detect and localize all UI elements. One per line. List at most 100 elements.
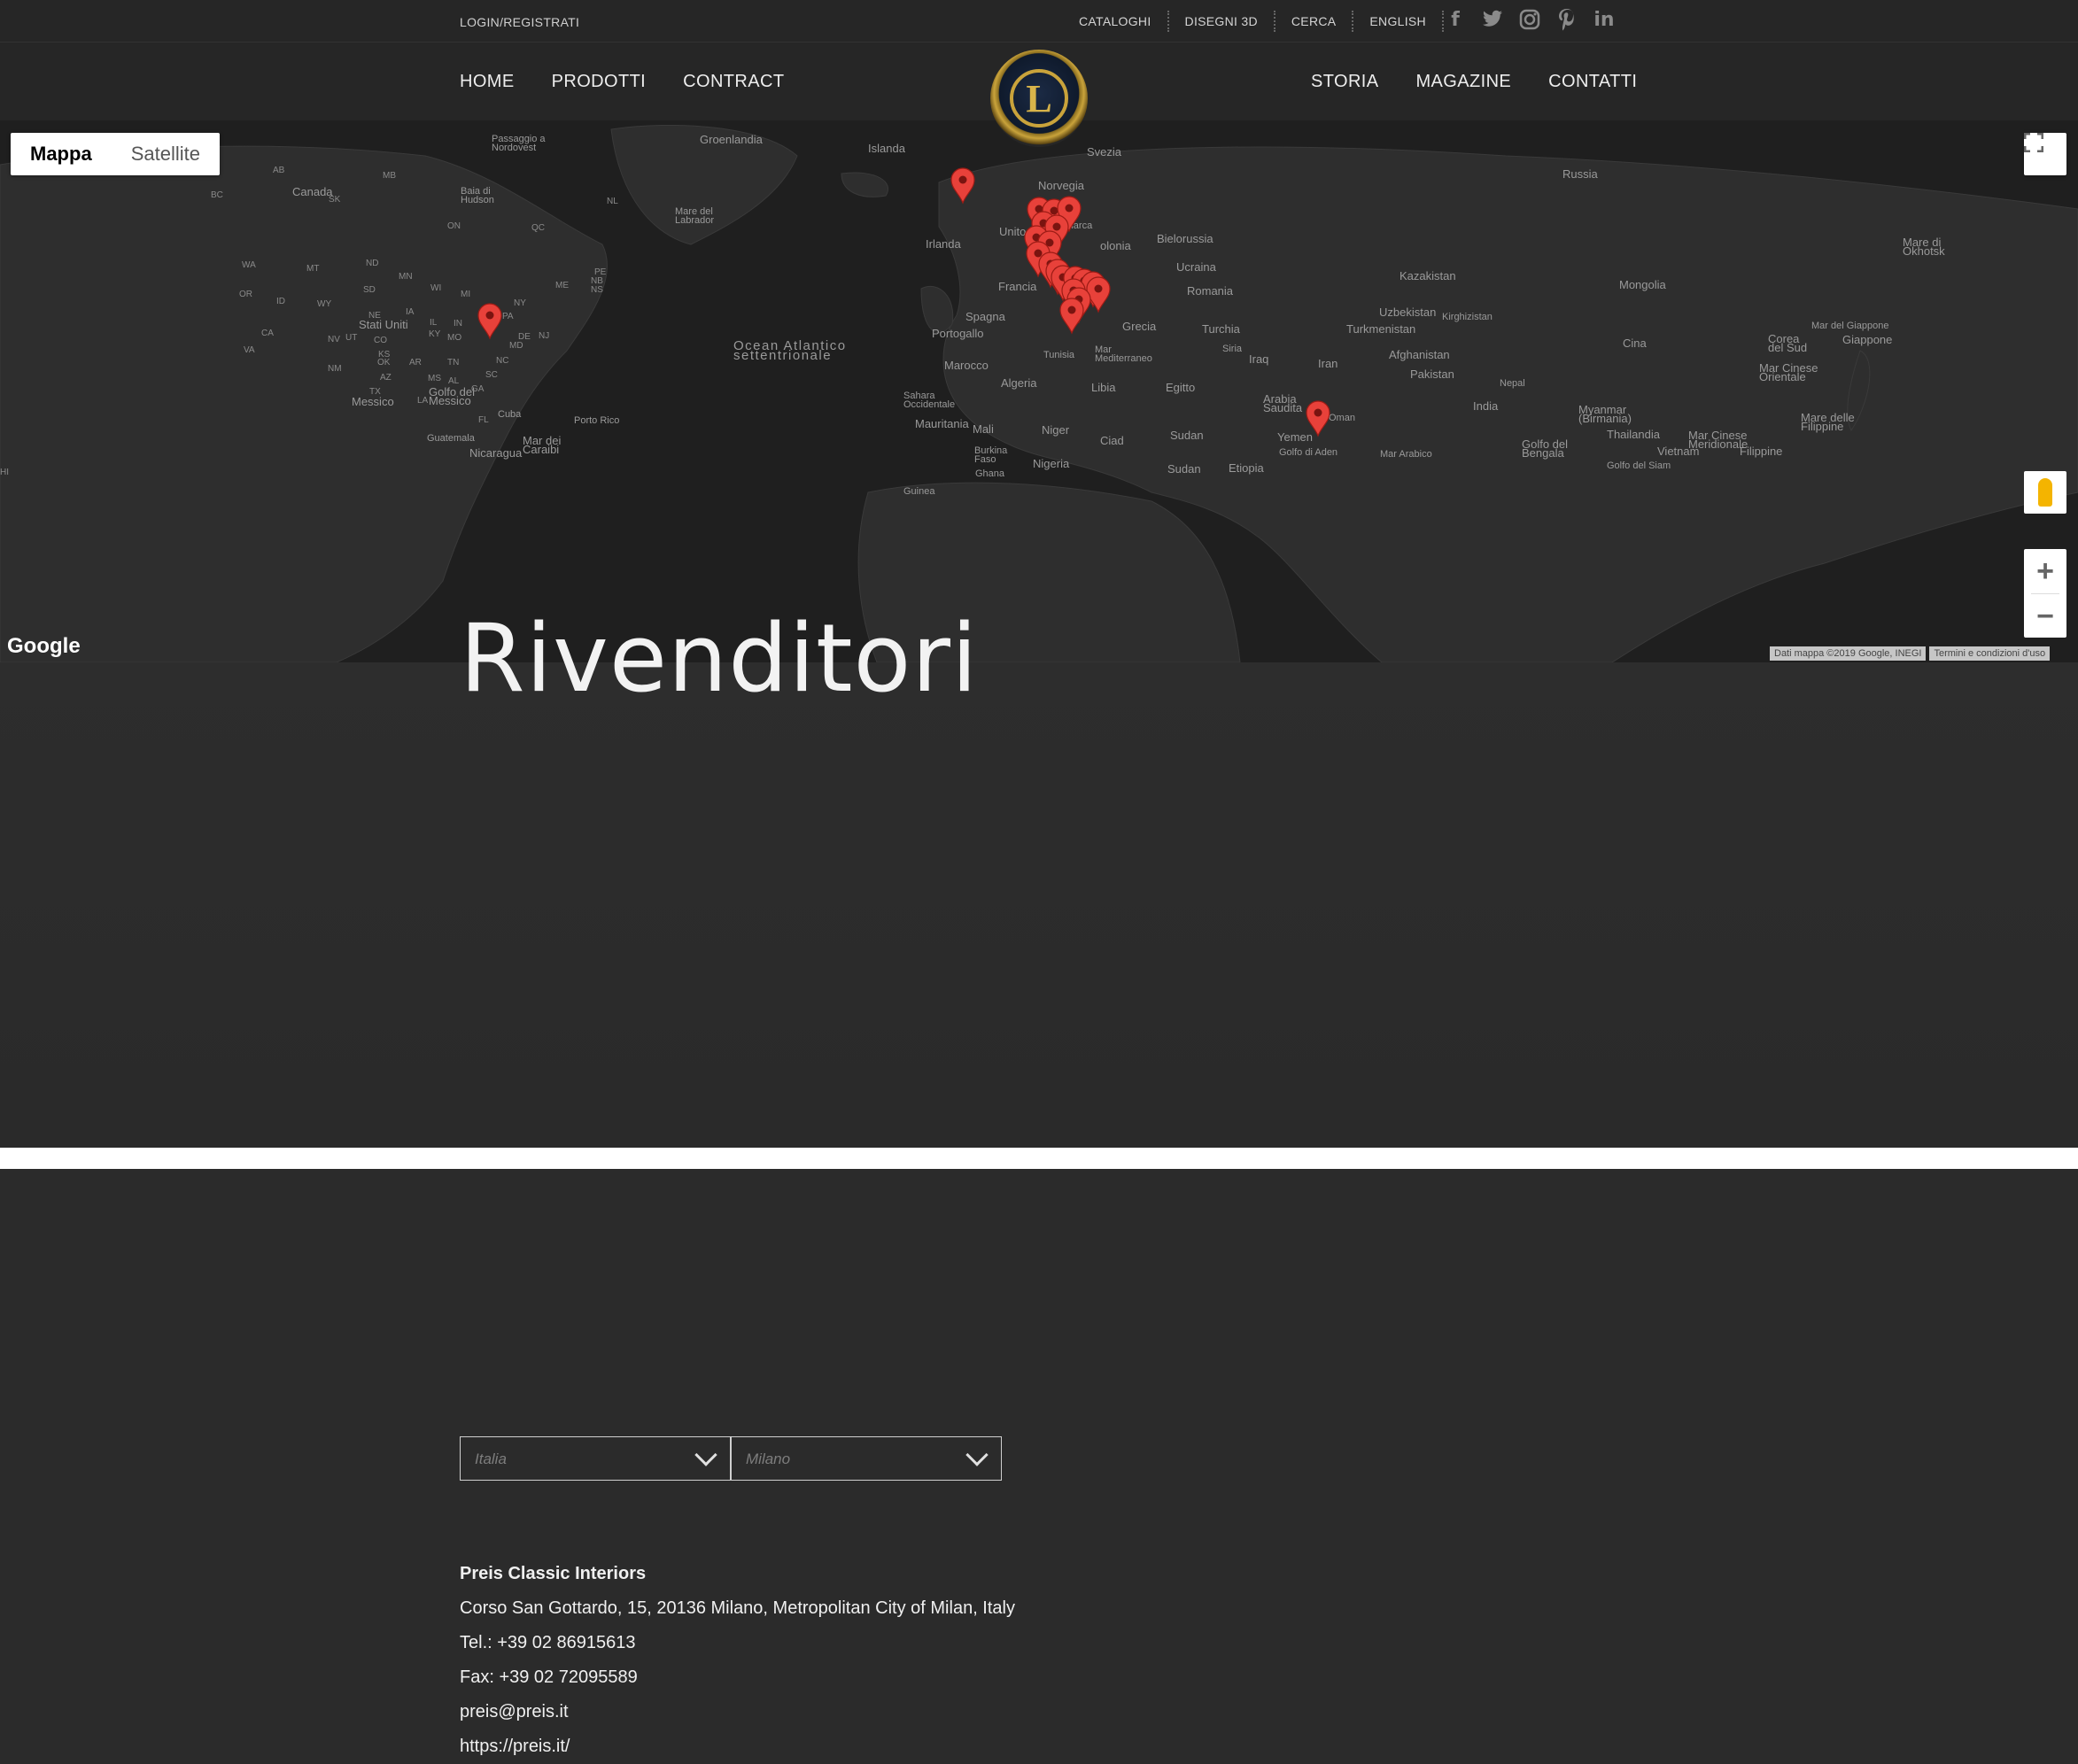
state-label: AL xyxy=(448,376,460,386)
state-label: WY xyxy=(317,299,331,309)
map-label: Nordovest xyxy=(492,143,536,153)
nav-contacts[interactable]: CONTATTI xyxy=(1548,72,1637,92)
state-label: CA xyxy=(261,329,274,338)
state-label: NE xyxy=(368,311,381,321)
state-label: AR xyxy=(409,358,422,368)
fullscreen-button[interactable] xyxy=(2024,133,2066,175)
nav-products[interactable]: PRODOTTI xyxy=(552,72,647,92)
map-label: Stati Uniti xyxy=(359,318,408,331)
state-label: IN xyxy=(454,319,462,329)
map-label: Iraq xyxy=(1249,352,1268,366)
state-label: OK xyxy=(377,358,391,368)
uk-ireland-landmass xyxy=(920,285,954,334)
map-label: Yemen xyxy=(1277,430,1313,444)
state-label: BC xyxy=(211,190,223,200)
map-label: Tunisia xyxy=(1043,350,1075,360)
map-label: Ucraina xyxy=(1176,260,1217,274)
map-type-map-button[interactable]: Mappa xyxy=(11,133,112,175)
nav-right-group: STORIA MAGAZINE CONTATTI xyxy=(1311,72,1637,92)
map-label: Vietnam xyxy=(1657,445,1699,458)
map-label: Okhotsk xyxy=(1903,244,1945,258)
state-label: ME xyxy=(555,281,569,290)
english-link[interactable]: ENGLISH xyxy=(1353,11,1444,32)
map-label: Siria xyxy=(1222,344,1243,354)
dealer-email-link[interactable]: preis@preis.it xyxy=(460,1695,1015,1729)
footer-strip xyxy=(0,1148,2078,1169)
nav-left-group: HOME PRODOTTI CONTRACT xyxy=(460,72,784,92)
state-label: MD xyxy=(509,341,523,351)
dealer-phone[interactable]: Tel.: +39 02 86915613 xyxy=(460,1626,1015,1660)
city-select[interactable]: Milano xyxy=(731,1436,1002,1481)
map-label: Filippine xyxy=(1801,420,1843,433)
3d-drawings-link[interactable]: DISEGNI 3D xyxy=(1169,11,1275,32)
fullscreen-icon xyxy=(2024,133,2043,152)
map-label: Sudan xyxy=(1167,462,1201,476)
map-label: Uzbekistan xyxy=(1379,306,1436,319)
state-label: QC xyxy=(531,223,545,233)
country-select[interactable]: Italia xyxy=(460,1436,731,1481)
map-label: Etiopia xyxy=(1229,461,1265,475)
north-america-landmass xyxy=(0,145,608,662)
state-label: ID xyxy=(276,297,285,306)
map-label: Mongolia xyxy=(1619,278,1667,291)
map-label: Caraibi xyxy=(523,443,559,456)
map-label: Porto Rico xyxy=(574,415,619,426)
map-attribution: Dati mappa ©2019 Google, INEGI Termini e… xyxy=(1770,646,2051,661)
state-label: NV xyxy=(328,335,340,344)
map-label: (Birmania) xyxy=(1578,412,1632,425)
login-register-link[interactable]: LOGIN/REGISTRATI xyxy=(460,15,579,29)
brand-logo[interactable]: L xyxy=(990,50,1088,147)
map-label: Turchia xyxy=(1202,322,1241,336)
zoom-in-button[interactable]: + xyxy=(2024,549,2066,593)
map-label: Golfo del Siam xyxy=(1607,460,1671,471)
map-label: Svezia xyxy=(1087,145,1122,159)
nav-contract[interactable]: CONTRACT xyxy=(683,72,784,92)
map-label: Saudita xyxy=(1263,401,1303,414)
map-label: Occidentale xyxy=(903,399,955,410)
nav-home[interactable]: HOME xyxy=(460,72,515,92)
nav-history[interactable]: STORIA xyxy=(1311,72,1379,92)
state-label: IL xyxy=(430,318,438,328)
map-label: Islanda xyxy=(868,142,906,155)
dealer-fax: Fax: +39 02 72095589 xyxy=(460,1667,638,1687)
state-label: NJ xyxy=(539,331,549,341)
map-label: Guatemala xyxy=(427,433,476,444)
map-label: Mar del Giappone xyxy=(1811,321,1888,331)
world-map-canvas[interactable]: Passaggio aNordovestGroenlandiaIslanda Sv… xyxy=(0,120,2078,662)
map-label: Afghanistan xyxy=(1389,348,1450,361)
dealer-website-link[interactable]: https://preis.it/ xyxy=(460,1729,1015,1764)
map-label: Canada xyxy=(292,185,333,198)
map-type-satellite-button[interactable]: Satellite xyxy=(112,133,220,175)
state-label: NY xyxy=(514,298,526,308)
map-label: Nigeria xyxy=(1033,457,1070,470)
state-label: PE xyxy=(594,267,607,277)
state-label: SD xyxy=(363,285,376,295)
state-label: GA xyxy=(471,384,485,394)
state-label: MN xyxy=(399,272,413,282)
street-view-pegman-button[interactable] xyxy=(2024,471,2066,514)
instagram-icon[interactable] xyxy=(1518,7,1541,32)
state-label: NS xyxy=(591,285,603,295)
map-terms-link[interactable]: Termini e condizioni d'uso xyxy=(1929,646,2051,661)
facebook-icon[interactable]: f xyxy=(1444,7,1467,32)
zoom-out-button[interactable]: − xyxy=(2024,594,2066,638)
map-label: Ghana xyxy=(975,468,1005,479)
state-label: MT xyxy=(306,264,319,274)
dealer-map[interactable]: Passaggio a Nordovest Groenlandia Islanda Sv… xyxy=(0,120,2078,662)
zoom-control: + − xyxy=(2024,549,2066,638)
map-label: Thailandia xyxy=(1607,428,1661,441)
nav-magazine[interactable]: MAGAZINE xyxy=(1416,72,1512,92)
state-label: VA xyxy=(244,345,255,355)
search-link[interactable]: CERCA xyxy=(1275,11,1354,32)
map-label: Pakistan xyxy=(1410,368,1454,381)
linkedin-icon[interactable]: in xyxy=(1593,7,1616,32)
state-label: WA xyxy=(242,260,256,270)
twitter-icon[interactable] xyxy=(1481,7,1504,32)
map-label: Egitto xyxy=(1166,381,1195,394)
map-label: Ciad xyxy=(1100,434,1124,447)
catalogs-link[interactable]: CATALOGHI xyxy=(1063,11,1169,32)
pinterest-icon[interactable] xyxy=(1555,7,1578,32)
top-links: CATALOGHI DISEGNI 3D CERCA ENGLISH xyxy=(1063,0,1444,43)
state-label: TX xyxy=(369,387,381,397)
map-label: olonia xyxy=(1100,239,1131,252)
